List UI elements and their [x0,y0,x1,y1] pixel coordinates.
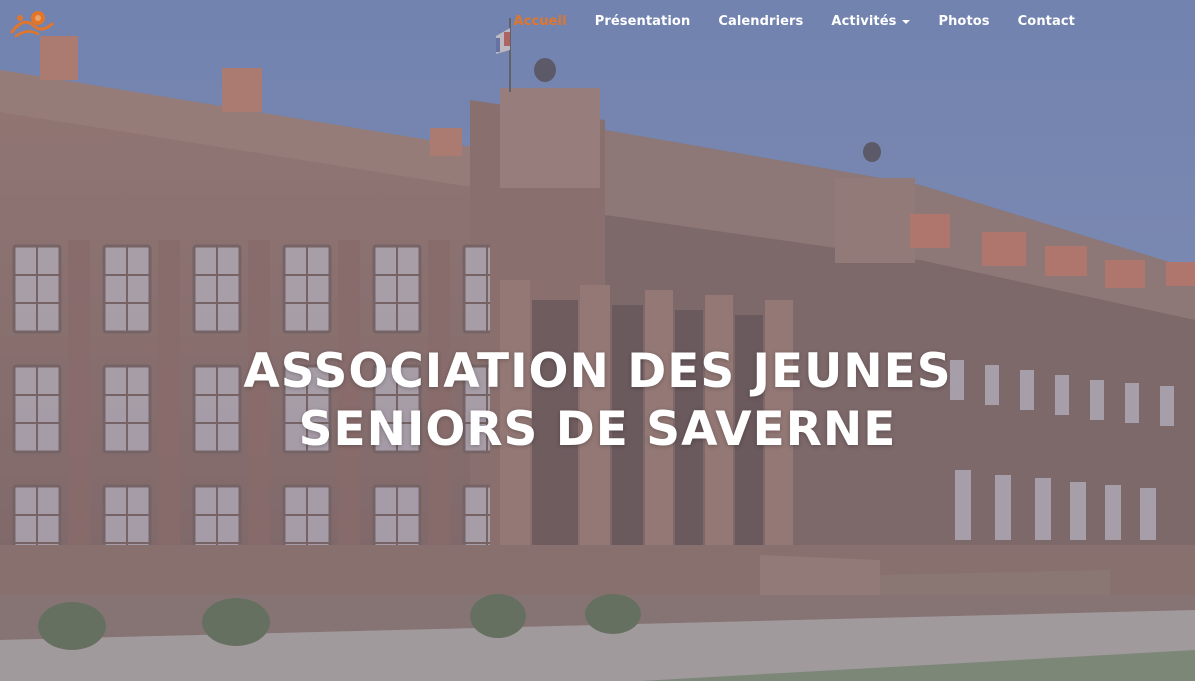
nav-item-contact[interactable]: Contact [1004,14,1089,29]
navbar: Accueil Présentation Calendriers Activit… [0,0,1195,46]
association-logo-icon[interactable] [8,6,54,40]
nav-item-activites[interactable]: Activités [817,14,924,29]
caret-down-icon [902,19,911,24]
chateau-image [0,0,1195,681]
nav-item-presentation[interactable]: Présentation [581,14,705,29]
nav-item-accueil[interactable]: Accueil [500,14,581,29]
nav-item-activites-label: Activités [831,14,897,29]
hero-title-line-2: SENIORS DE SAVERNE [298,402,897,458]
nav-item-calendriers[interactable]: Calendriers [704,14,817,29]
hero-background [0,0,1195,681]
nav-item-photos[interactable]: Photos [924,14,1003,29]
hero-title: ASSOCIATION DES JEUNES SENIORS DE SAVERN… [0,343,1195,459]
main-menu: Accueil Présentation Calendriers Activit… [500,14,1089,29]
hero-title-line-1: ASSOCIATION DES JEUNES [243,344,952,400]
